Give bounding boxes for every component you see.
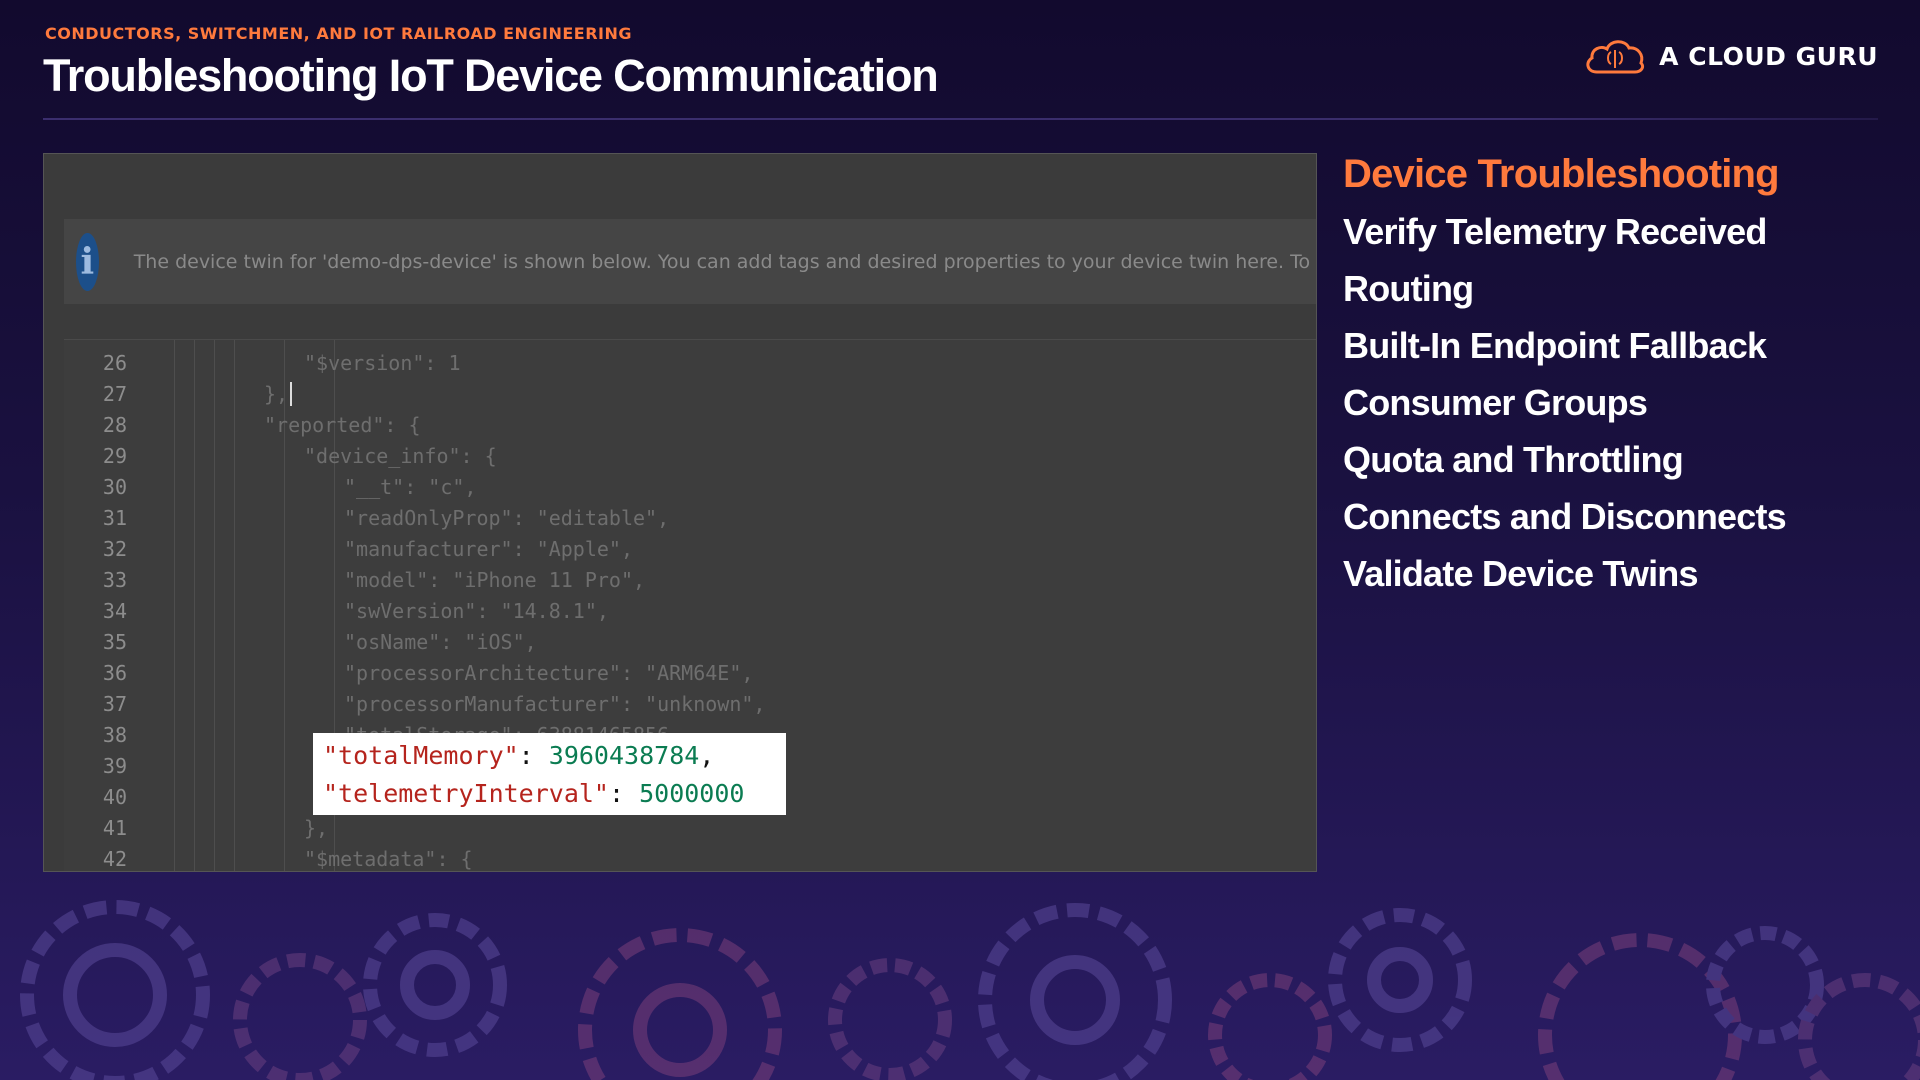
- line-number: 33: [102, 568, 127, 592]
- code-text: "readOnlyProp": "editable",: [344, 506, 670, 530]
- callout-comma: ,: [699, 741, 715, 770]
- line-number: 36: [102, 661, 127, 685]
- line-number: 37: [102, 692, 127, 716]
- line-number: 31: [102, 506, 127, 530]
- line-number: 38: [102, 723, 127, 747]
- outline-item-endpoint-fallback: Built-In Endpoint Fallback: [1343, 325, 1767, 366]
- code-text: "manufacturer": "Apple",: [344, 537, 633, 561]
- line-number: 30: [102, 475, 127, 499]
- outline-item-quota-throttling: Quota and Throttling: [1343, 439, 1684, 480]
- outline-item-verify-telemetry: Verify Telemetry Received: [1343, 211, 1767, 252]
- code-text: },: [264, 382, 289, 406]
- line-number: 41: [102, 816, 127, 840]
- line-number: 32: [102, 537, 127, 561]
- callout-line-total-memory: "totalMemory": 3960438784,: [323, 737, 786, 775]
- outline-item-validate-twins: Validate Device Twins: [1343, 553, 1699, 594]
- highlight-callout: "totalMemory": 3960438784, "telemetryInt…: [313, 733, 786, 815]
- code-line: 26 "$version": 1: [64, 348, 1316, 379]
- line-number: 28: [102, 413, 127, 437]
- code-text: "osName": "iOS",: [344, 630, 537, 654]
- code-line: 37 "processorManufacturer": "unknown",: [64, 689, 1316, 720]
- brand-name: A CLOUD GURU: [1659, 41, 1878, 71]
- code-line: 27},: [64, 379, 1316, 410]
- code-line: 36 "processorArchitecture": "ARM64E",: [64, 658, 1316, 689]
- info-banner-text: The device twin for 'demo-dps-device' is…: [133, 250, 1317, 273]
- code-text: "processorManufacturer": "unknown",: [344, 692, 766, 716]
- callout-key: "totalMemory": [323, 741, 519, 770]
- code-line: 29 "device_info": {: [64, 441, 1316, 472]
- code-line: 32 "manufacturer": "Apple",: [64, 534, 1316, 565]
- code-line: 31 "readOnlyProp": "editable",: [64, 503, 1316, 534]
- callout-line-telemetry-interval: "telemetryInterval": 5000000: [323, 775, 786, 813]
- callout-separator: :: [608, 779, 640, 808]
- code-line: 42 "$metadata": {: [64, 844, 1316, 871]
- text-cursor: [290, 382, 292, 406]
- callout-value: 3960438784: [548, 741, 700, 770]
- gears-decoration: [20, 900, 1920, 1080]
- header-kicker: CONDUCTORS, SWITCHMEN, AND IOT RAILROAD …: [45, 24, 633, 43]
- callout-key: "telemetryInterval": [323, 779, 609, 808]
- line-number: 29: [102, 444, 127, 468]
- code-line: 33 "model": "iPhone 11 Pro",: [64, 565, 1316, 596]
- line-number: 42: [102, 847, 127, 871]
- line-number: 39: [102, 754, 127, 778]
- info-banner: i The device twin for 'demo-dps-device' …: [64, 219, 1317, 304]
- code-text: "reported": {: [264, 413, 421, 437]
- cloud-brain-icon: [1586, 40, 1645, 74]
- outline-item-device-troubleshooting: Device Troubleshooting: [1343, 152, 1780, 196]
- code-line: 30 "__t": "c",: [64, 472, 1316, 503]
- code-text: "$version": 1: [304, 351, 461, 375]
- code-line: 41},: [64, 813, 1316, 844]
- topic-outline: Device Troubleshooting Verify Telemetry …: [1343, 146, 1787, 602]
- outline-item-routing: Routing: [1343, 268, 1474, 309]
- info-icon: i: [76, 232, 99, 291]
- code-text: "swVersion": "14.8.1",: [344, 599, 609, 623]
- callout-value: 5000000: [639, 779, 745, 808]
- code-text: "model": "iPhone 11 Pro",: [344, 568, 646, 592]
- page-title: Troubleshooting IoT Device Communication: [43, 50, 939, 101]
- code-text: "__t": "c",: [344, 475, 477, 499]
- line-number: 26: [102, 351, 127, 375]
- code-text: },: [304, 816, 329, 840]
- code-line: 34 "swVersion": "14.8.1",: [64, 596, 1316, 627]
- header-divider: [43, 118, 1878, 120]
- brand-logo: A CLOUD GURU: [1583, 36, 1878, 76]
- code-line: 28 "reported": {: [64, 410, 1316, 441]
- line-number: 40: [102, 785, 127, 809]
- code-text: "device_info": {: [304, 444, 497, 468]
- line-number: 35: [102, 630, 127, 654]
- code-text: "$metadata": {: [304, 847, 473, 871]
- line-number: 34: [102, 599, 127, 623]
- outline-item-connects-disconnects: Connects and Disconnects: [1343, 496, 1787, 537]
- line-number: 27: [102, 382, 127, 406]
- code-line: 35 "osName": "iOS",: [64, 627, 1316, 658]
- code-text: "processorArchitecture": "ARM64E",: [344, 661, 754, 685]
- callout-separator: :: [518, 741, 549, 770]
- outline-item-consumer-groups: Consumer Groups: [1343, 382, 1648, 423]
